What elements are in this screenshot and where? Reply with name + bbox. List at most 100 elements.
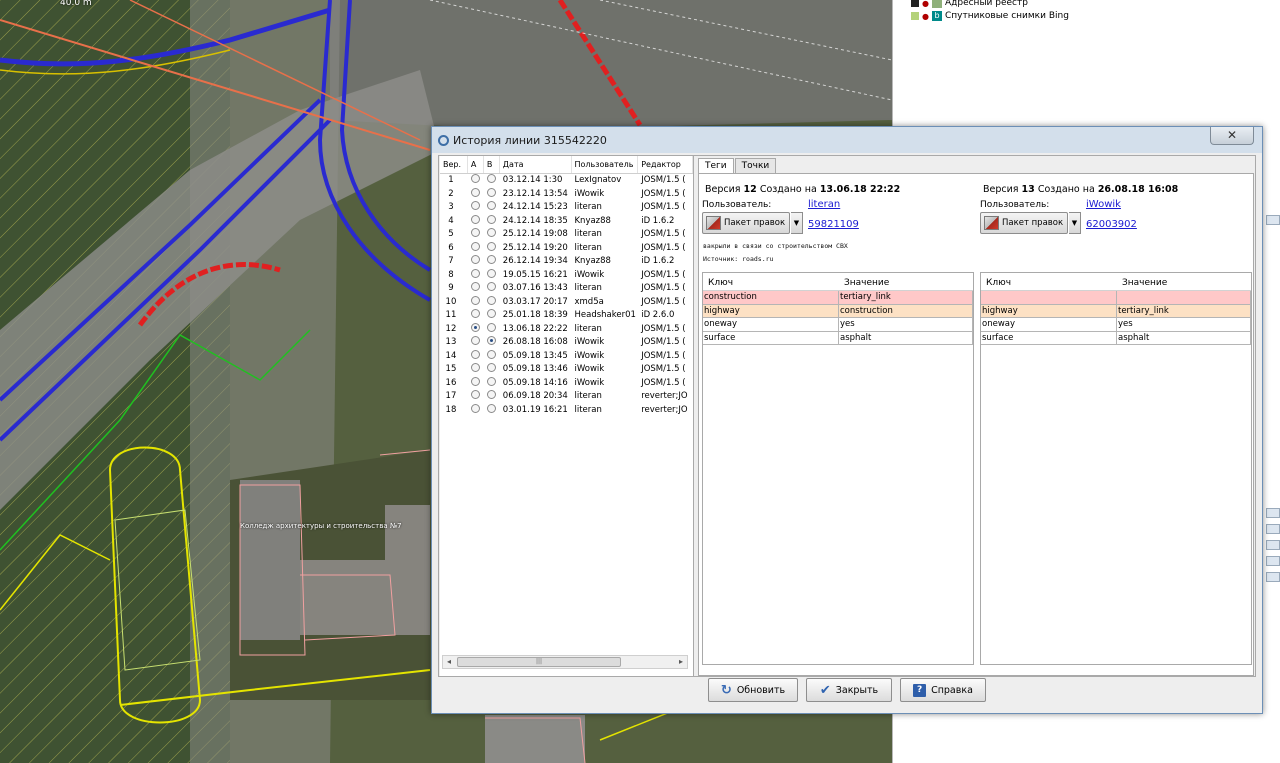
panel-button-icon[interactable] [1266,508,1280,518]
history-row[interactable]: 17 06.09.18 20:34 literan reverter;JO [440,390,693,404]
radio-version-a[interactable] [470,241,480,251]
radio-version-a[interactable] [470,309,480,318]
radio-version-b[interactable] [486,295,496,305]
radio-version-a[interactable] [470,336,480,345]
radio-version-a[interactable] [470,255,480,264]
column-header-version[interactable]: Вер. [440,156,468,173]
radio-version-b[interactable] [486,363,496,372]
column-header-key[interactable]: Ключ [703,273,839,290]
history-row[interactable]: 12 13.06.18 22:22 literan JOSM/1.5 ( [440,322,693,337]
radio-version-b[interactable] [486,322,496,332]
column-header-value[interactable]: Значение [1117,273,1251,290]
radio-version-b[interactable] [486,228,496,237]
tag-row[interactable]: oneway yes [981,318,1251,332]
tab-tags[interactable]: Теги [698,158,734,174]
radio-version-b[interactable] [486,282,496,291]
scroll-left-icon[interactable]: ◂ [443,656,455,668]
user-link[interactable]: literan [808,199,840,210]
close-dialog-button[interactable]: ✔ Закрыть [806,678,892,702]
panel-button-icon[interactable] [1266,540,1280,550]
panel-button-icon[interactable] [1266,524,1280,534]
scroll-right-icon[interactable]: ▸ [675,656,687,668]
chevron-down-icon[interactable]: ▼ [791,212,803,234]
tag-row[interactable] [981,291,1251,305]
radio-version-a[interactable] [470,268,480,278]
radio-version-b[interactable] [486,390,496,399]
history-row[interactable]: 1 03.12.14 1:30 LexIgnatov JOSM/1.5 ( [440,174,693,188]
history-row[interactable]: 9 03.07.16 13:43 literan JOSM/1.5 ( [440,282,693,296]
radio-version-a[interactable] [470,282,480,291]
radio-version-b[interactable] [486,376,496,386]
radio-version-a[interactable] [470,214,480,224]
history-row[interactable]: 14 05.09.18 13:45 iWowik JOSM/1.5 ( [440,349,693,364]
radio-version-b[interactable] [486,187,496,197]
changeset-link[interactable]: 62003902 [1086,219,1137,230]
eye-icon[interactable]: ● [922,0,929,8]
radio-version-a[interactable] [470,295,480,305]
radio-version-a[interactable] [470,403,480,413]
column-header-editor[interactable]: Редактор [638,156,693,173]
layer-row-address-registry[interactable]: ● Адресный реестр [911,0,1028,8]
radio-version-a[interactable] [470,322,480,332]
tag-row[interactable]: highway construction [703,304,973,318]
tag-row[interactable]: surface asphalt [981,331,1251,345]
column-header-user[interactable]: Пользователь [572,156,639,173]
history-row[interactable]: 2 23.12.14 13:54 iWowik JOSM/1.5 ( [440,187,693,202]
horizontal-scrollbar[interactable]: ◂ ||| ▸ [442,655,688,669]
panel-button-icon[interactable] [1266,215,1280,225]
history-row[interactable]: 4 24.12.14 18:35 Knyaz88 iD 1.6.2 [440,214,693,229]
radio-version-a[interactable] [470,187,480,197]
radio-version-b[interactable] [486,201,496,210]
user-link[interactable]: iWowik [1086,199,1121,210]
radio-version-b[interactable] [486,255,496,264]
panel-button-icon[interactable] [1266,572,1280,582]
radio-version-b[interactable] [486,403,496,413]
radio-version-a[interactable] [470,174,480,183]
dialog-titlebar[interactable]: История линии 315542220 ✕ [432,127,1262,153]
refresh-button[interactable]: ↻ Обновить [708,678,798,702]
tag-row[interactable]: oneway yes [703,318,973,332]
close-button[interactable]: ✕ [1210,127,1254,145]
radio-version-a[interactable] [470,376,480,386]
column-header-date[interactable]: Дата [500,156,572,173]
history-row[interactable]: 13 26.08.18 16:08 iWowik JOSM/1.5 ( [440,336,693,350]
history-row[interactable]: 15 05.09.18 13:46 iWowik JOSM/1.5 ( [440,363,693,377]
radio-version-b[interactable] [486,214,496,224]
history-row[interactable]: 16 05.09.18 14:16 iWowik JOSM/1.5 ( [440,376,693,391]
column-header-b[interactable]: B [484,156,500,173]
changeset-button[interactable]: Пакет правок [702,212,790,234]
history-row[interactable]: 18 03.01.19 16:21 literan reverter;JO [440,403,693,418]
history-row[interactable]: 11 25.01.18 18:39 Headshaker01 iD 2.6.0 [440,309,693,323]
radio-version-a[interactable] [470,363,480,372]
radio-version-b[interactable] [486,268,496,278]
tag-row[interactable]: construction tertiary_link [703,291,973,305]
scrollbar-thumb[interactable]: ||| [457,657,621,667]
radio-version-a[interactable] [470,201,480,210]
tab-nodes[interactable]: Точки [734,158,777,173]
history-row[interactable]: 8 19.05.15 16:21 iWowik JOSM/1.5 ( [440,268,693,283]
radio-version-b[interactable] [486,309,496,318]
panel-button-icon[interactable] [1266,556,1280,566]
column-header-a[interactable]: A [468,156,484,173]
changeset-link[interactable]: 59821109 [808,219,859,230]
history-row[interactable]: 10 03.03.17 20:17 xmd5a JOSM/1.5 ( [440,295,693,310]
radio-version-a[interactable] [470,228,480,237]
help-button[interactable]: ? Справка [900,678,986,702]
radio-version-b[interactable] [486,174,496,183]
radio-version-b[interactable] [486,349,496,359]
history-row[interactable]: 5 25.12.14 19:08 literan JOSM/1.5 ( [440,228,693,242]
history-row[interactable]: 6 25.12.14 19:20 literan JOSM/1.5 ( [440,241,693,256]
history-row[interactable]: 3 24.12.14 15:23 literan JOSM/1.5 ( [440,201,693,215]
chevron-down-icon[interactable]: ▼ [1069,212,1081,234]
radio-version-b[interactable] [486,336,496,345]
changeset-button[interactable]: Пакет правок [980,212,1068,234]
tag-row[interactable]: surface asphalt [703,331,973,345]
column-header-key[interactable]: Ключ [981,273,1117,290]
layer-visibility-checkbox[interactable] [911,12,919,20]
history-row[interactable]: 7 26.12.14 19:34 Knyaz88 iD 1.6.2 [440,255,693,269]
radio-version-a[interactable] [470,390,480,399]
column-header-value[interactable]: Значение [839,273,973,290]
radio-version-b[interactable] [486,241,496,251]
radio-version-a[interactable] [470,349,480,359]
layer-row-bing-imagery[interactable]: ● b Спутниковые снимки Bing [911,11,1069,21]
